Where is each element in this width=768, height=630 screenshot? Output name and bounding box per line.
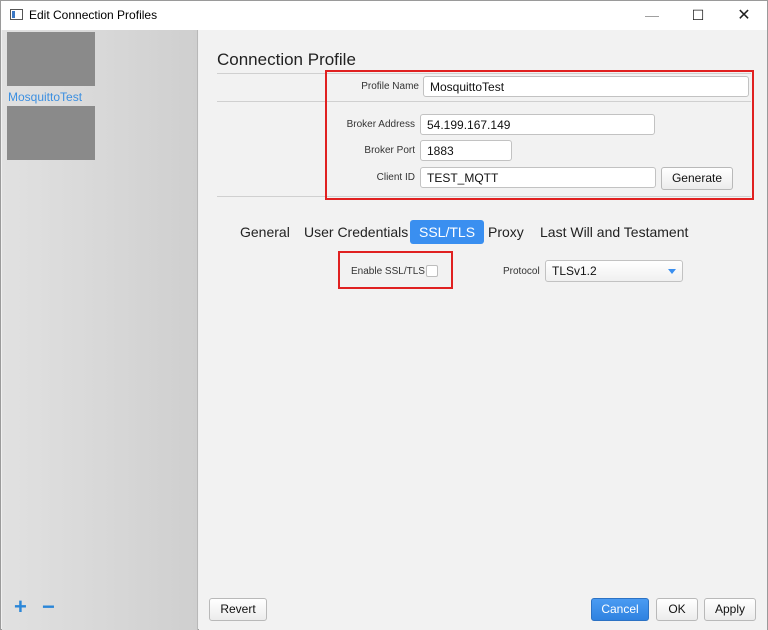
revert-button[interactable]: Revert — [209, 598, 267, 621]
protocol-select-value: TLSv1.2 — [552, 264, 597, 278]
protocol-label: Protocol — [503, 266, 540, 277]
window-title: Edit Connection Profiles — [29, 8, 158, 22]
remove-profile-button[interactable]: − — [42, 596, 55, 618]
ok-button[interactable]: OK — [656, 598, 698, 621]
profile-thumbnail[interactable] — [7, 106, 95, 160]
apply-button[interactable]: Apply — [704, 598, 756, 621]
tab-proxy[interactable]: Proxy — [479, 220, 533, 244]
cancel-button[interactable]: Cancel — [591, 598, 649, 621]
edit-connection-profiles-window: Edit Connection Profiles — ☐ ✕ Mosquitto… — [0, 0, 768, 630]
protocol-select[interactable]: TLSv1.2 — [545, 260, 683, 282]
maximize-button[interactable]: ☐ — [675, 1, 721, 30]
profile-editor: Connection Profile Profile Name Mosquitt… — [199, 30, 767, 630]
chevron-down-icon — [668, 269, 676, 274]
tab-general[interactable]: General — [231, 220, 299, 244]
title-bar: Edit Connection Profiles — ☐ ✕ — [1, 1, 767, 30]
tab-ssl-tls[interactable]: SSL/TLS — [410, 220, 485, 244]
highlight-box — [325, 70, 754, 200]
sidebar-item-mosquittotest[interactable]: MosquittoTest — [8, 90, 82, 104]
add-profile-button[interactable]: + — [14, 596, 27, 618]
profile-thumbnail[interactable] — [7, 32, 95, 86]
profiles-sidebar: MosquittoTest + − — [2, 30, 198, 630]
tab-last-will-and-testament[interactable]: Last Will and Testament — [531, 220, 697, 244]
close-button[interactable]: ✕ — [721, 1, 767, 30]
minimize-button[interactable]: — — [629, 1, 675, 30]
tab-user-credentials[interactable]: User Credentials — [295, 220, 417, 244]
section-title: Connection Profile — [217, 50, 356, 69]
app-icon — [10, 9, 23, 20]
highlight-box — [338, 251, 453, 289]
